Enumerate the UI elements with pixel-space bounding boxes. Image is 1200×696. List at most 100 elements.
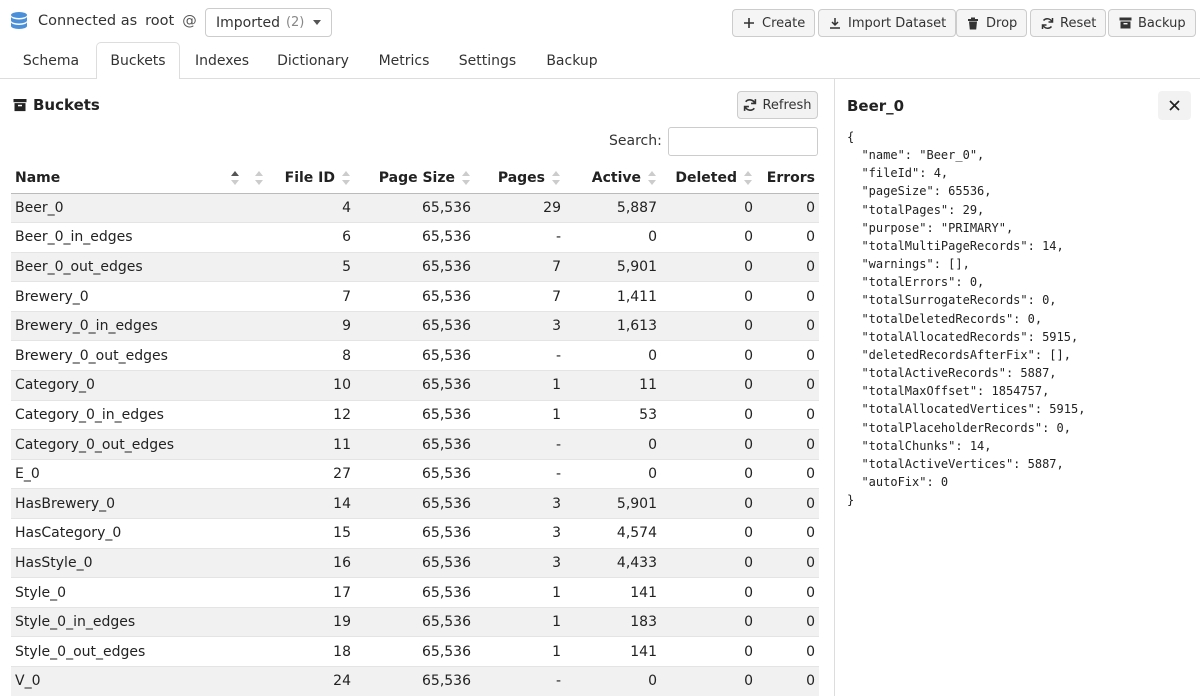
cell-name: Beer_0 xyxy=(11,193,263,224)
tab-label: Backup xyxy=(546,52,598,69)
table-row[interactable]: Category_0_in_edges 12 65,536 1 53 0 0 xyxy=(11,400,819,431)
tab-backup[interactable]: Backup xyxy=(534,42,610,79)
table-row[interactable]: Category_0_out_edges 11 65,536-0 0 0 xyxy=(11,429,819,460)
cell-errors: 0 xyxy=(757,311,819,342)
cell-pages: 7 xyxy=(475,281,565,312)
database-select-value: Imported xyxy=(216,14,280,31)
table-row[interactable]: Beer_0 4 65,536 29 5,887 0 0 xyxy=(11,193,819,224)
cell-pages: 1 xyxy=(475,607,565,638)
cell-active: 4,433 xyxy=(565,548,661,579)
cell-file-id: 6 xyxy=(263,222,355,253)
cell-file-id: 12 xyxy=(263,400,355,431)
column-header-name[interactable]: Name xyxy=(11,163,263,194)
reset-button[interactable]: Reset xyxy=(1030,9,1107,37)
user-name: root xyxy=(145,13,175,29)
table-row[interactable]: Style_0 17 65,536 1 141 0 0 xyxy=(11,577,819,608)
create-button[interactable]: Create xyxy=(732,9,816,37)
tab-metrics[interactable]: Metrics xyxy=(368,42,440,79)
table-row[interactable]: Beer_0_in_edges 6 65,536-0 0 0 xyxy=(11,222,819,253)
tab-buckets[interactable]: Buckets xyxy=(96,42,180,79)
cell-deleted: 0 xyxy=(661,400,757,431)
cell-pages: 7 xyxy=(475,252,565,283)
cell-pages: 1 xyxy=(475,636,565,667)
column-header-deleted[interactable]: Deleted xyxy=(661,163,757,194)
cell-errors: 0 xyxy=(757,548,819,579)
cell-active: 53 xyxy=(565,400,661,431)
cell-errors: 0 xyxy=(757,488,819,520)
cell-name: Beer_0_in_edges xyxy=(11,222,263,253)
cell-deleted: 0 xyxy=(661,459,757,490)
cell-active: 5,887 xyxy=(565,193,661,224)
table-row[interactable]: Brewery_0_out_edges 8 65,536-0 0 0 xyxy=(11,340,819,372)
table-row[interactable]: HasStyle_0 16 65,536 3 4,433 0 0 xyxy=(11,548,819,579)
column-header-errors[interactable]: Errors xyxy=(757,163,819,194)
detail-json: { "name": "Beer_0", "fileId": 4, "pageSi… xyxy=(847,130,1086,508)
connected-label: Connected as xyxy=(38,13,138,29)
cell-errors: 0 xyxy=(757,429,819,460)
cell-file-id: 11 xyxy=(263,429,355,460)
tab-label: Schema xyxy=(22,52,80,69)
tab-settings[interactable]: Settings xyxy=(450,42,525,79)
backup-button[interactable]: Backup xyxy=(1108,9,1196,37)
table-row[interactable]: HasCategory_0 15 65,536 3 4,574 0 0 xyxy=(11,518,819,549)
cell-errors: 0 xyxy=(757,518,819,549)
table-row[interactable]: Style_0_in_edges 19 65,536 1 183 0 0 xyxy=(11,607,819,638)
detail-title: Beer_0 xyxy=(847,97,905,115)
column-header-page-size[interactable]: Page Size xyxy=(355,163,475,194)
cell-pages: - xyxy=(475,429,565,460)
database-select[interactable]: Imported (2) xyxy=(205,8,332,37)
cell-deleted: 0 xyxy=(661,281,757,312)
column-header-pages[interactable]: Pages xyxy=(475,163,565,194)
cell-page-size: 65,536 xyxy=(355,459,475,490)
tab-schema[interactable]: Schema xyxy=(10,42,92,79)
import-label: Import Dataset xyxy=(848,15,947,31)
table-row[interactable]: Category_0 10 65,536 1 11 0 0 xyxy=(11,370,819,401)
cell-page-size: 65,536 xyxy=(355,281,475,312)
cell-errors: 0 xyxy=(757,281,819,312)
column-header-active[interactable]: Active xyxy=(565,163,661,194)
tab-indexes[interactable]: Indexes xyxy=(184,42,260,79)
cell-pages: 29 xyxy=(475,193,565,224)
table-row[interactable]: E_0 27 65,536-0 0 0 xyxy=(11,459,819,490)
search-input[interactable] xyxy=(668,127,818,156)
cell-errors: 0 xyxy=(757,193,819,224)
table-row[interactable]: Brewery_0 7 65,536 7 1,411 0 0 xyxy=(11,281,819,312)
tab-dictionary[interactable]: Dictionary xyxy=(266,42,360,79)
cell-file-id: 24 xyxy=(263,666,355,696)
column-label: File ID xyxy=(284,169,335,186)
column-label: Name xyxy=(15,169,61,186)
table-row[interactable]: HasBrewery_0 14 65,536 3 5,901 0 0 xyxy=(11,488,819,520)
table-row[interactable]: Beer_0_out_edges 5 65,536 7 5,901 0 0 xyxy=(11,252,819,283)
cell-pages: 1 xyxy=(475,400,565,431)
cell-errors: 0 xyxy=(757,666,819,696)
import-dataset-button[interactable]: Import Dataset xyxy=(818,9,957,37)
close-button[interactable] xyxy=(1158,91,1191,120)
cell-page-size: 65,536 xyxy=(355,222,475,253)
table-row[interactable]: Style_0_out_edges 18 65,536 1 141 0 0 xyxy=(11,636,819,667)
cell-deleted: 0 xyxy=(661,636,757,667)
cell-active: 183 xyxy=(565,607,661,638)
at-sign: @ xyxy=(182,13,197,29)
drop-label: Drop xyxy=(986,15,1018,31)
cell-errors: 0 xyxy=(757,636,819,667)
cell-name: V_0 xyxy=(11,666,263,696)
archive-icon xyxy=(1118,16,1132,30)
drop-button[interactable]: Drop xyxy=(956,9,1028,37)
column-header-file-id[interactable]: File ID xyxy=(263,163,355,194)
cell-name: Category_0 xyxy=(11,370,263,401)
cell-active: 0 xyxy=(565,340,661,372)
panel-title: Buckets xyxy=(13,96,100,114)
table-row[interactable]: Brewery_0_in_edges 9 65,536 3 1,613 0 0 xyxy=(11,311,819,342)
refresh-button[interactable]: Refresh xyxy=(737,91,818,119)
cell-pages: - xyxy=(475,459,565,490)
cell-file-id: 7 xyxy=(263,281,355,312)
buckets-panel: Buckets Refresh Search: Name File ID Pag… xyxy=(0,79,834,696)
cell-name: HasStyle_0 xyxy=(11,548,263,579)
cell-errors: 0 xyxy=(757,459,819,490)
cell-pages: 3 xyxy=(475,311,565,342)
table-row[interactable]: V_0 24 65,536-0 0 0 xyxy=(11,666,819,696)
search-label: Search: xyxy=(609,133,662,149)
cell-file-id: 5 xyxy=(263,252,355,283)
cell-page-size: 65,536 xyxy=(355,577,475,608)
column-label: Page Size xyxy=(378,169,455,186)
